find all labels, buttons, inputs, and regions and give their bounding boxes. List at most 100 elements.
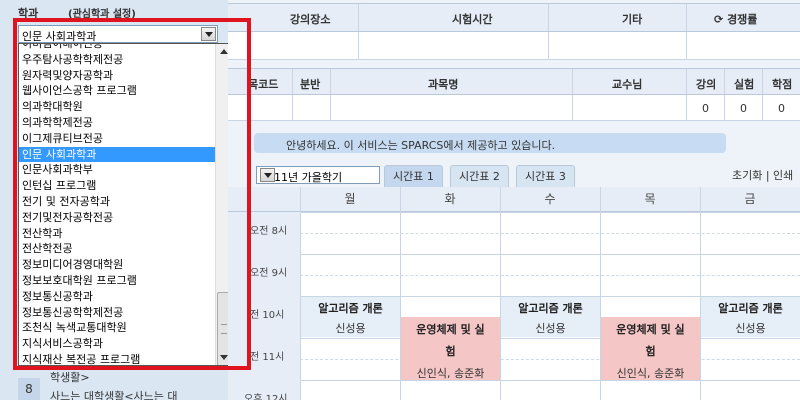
grid-line	[300, 212, 800, 213]
dropdown-item[interactable]: 지식서비스공학과	[19, 336, 215, 352]
course-list-item[interactable]: 학생활>	[50, 369, 220, 385]
course-block-algorithm[interactable]: 알고리즘 개론 신성용	[301, 297, 400, 337]
time-column: 오전 8시 오전 9시 전 10시 전 11시 오후 12시	[228, 212, 300, 400]
refresh-icon[interactable]: ⟳	[714, 13, 723, 26]
dropdown-item[interactable]: 웹사이언스공학 프로그램	[19, 83, 215, 99]
dropdown-item[interactable]: 원자력및양자공학과	[19, 68, 215, 84]
dropdown-item[interactable]: 의과학대학원	[19, 99, 215, 115]
lecture-total: 0	[702, 102, 709, 115]
divider	[686, 69, 687, 94]
dropdown-item[interactable]: 정보통신공학과	[19, 289, 215, 305]
main-panel: 강의장소 시험시간 기타 ⟳ 경쟁률 목코드 분반 과목명 교수님 강의 실험 …	[228, 0, 800, 400]
course-title-header: 과목명	[428, 78, 459, 91]
divider	[300, 187, 301, 400]
professor-header: 교수님	[612, 78, 643, 91]
course-professor: 신인식, 송준화	[616, 367, 685, 380]
dropdown-item[interactable]: 조천식 녹색교통대학원	[19, 320, 215, 336]
grid-line	[300, 233, 800, 234]
notice-text: 안녕하세요. 이 서비스는 SPARCS에서 제공하고 있습니다.	[286, 139, 556, 152]
dropdown-item[interactable]: 이그제큐티브전공	[19, 131, 215, 147]
dept-select[interactable]: 인문 사회과학과	[18, 25, 218, 43]
day-header-fri: 금	[700, 187, 800, 212]
dropdown-item[interactable]: 전기및전자공학전공	[19, 210, 215, 226]
dropdown-item[interactable]: 우주탐사공학학제전공	[19, 52, 215, 68]
divider	[686, 95, 687, 120]
notice-banner: 안녕하세요. 이 서비스는 SPARCS에서 제공하고 있습니다.	[254, 133, 726, 153]
lab-total: 0	[740, 102, 747, 115]
lecture-header: 강의	[696, 78, 717, 91]
course-code-header: 목코드	[248, 78, 279, 91]
day-header-tue: 화	[400, 187, 500, 212]
page: 학과 (관심학과 설정) 인문 사회과학과 이미엄이배이신공 우주탐사공학학제전…	[0, 0, 800, 400]
competition-header[interactable]: ⟳ 경쟁률	[714, 11, 757, 27]
dropdown-item[interactable]: 정보미디어경영대학원	[19, 257, 215, 273]
dropdown-item-selected[interactable]: 인문 사회과학과	[19, 146, 215, 163]
exam-time-header: 시험시간	[452, 13, 493, 26]
day-header-thu: 목	[600, 187, 700, 212]
day-header-mon: 월	[300, 187, 400, 212]
divider	[292, 95, 293, 120]
course-professor: 신성용	[535, 322, 566, 335]
dropdown-items: 이미엄이배이신공 우주탐사공학학제전공 원자력및양자공학과 웹사이언스공학 프로…	[19, 44, 215, 365]
time-label: 오전 8시	[250, 226, 288, 237]
divider	[500, 187, 501, 400]
chevron-down-icon[interactable]	[201, 27, 216, 41]
dropdown-item[interactable]: 전산학과	[19, 226, 215, 242]
divider	[762, 95, 763, 120]
grid-line	[300, 359, 800, 360]
divider	[358, 4, 359, 31]
course-name: 알고리즘 개론	[718, 302, 783, 315]
time-label: 오후 12시	[244, 394, 288, 400]
course-name: 알고리즘 개론	[518, 302, 583, 315]
divider	[686, 32, 687, 59]
interest-dept-link[interactable]: (관심학과 설정)	[68, 5, 136, 20]
divider	[700, 187, 701, 400]
divider	[724, 95, 725, 120]
row-number: 8	[18, 378, 40, 400]
course-block-os[interactable]: 운영체제 및 실 험 신인식, 송준화	[401, 317, 500, 380]
time-label: 오전 9시	[250, 268, 288, 279]
dropdown-item[interactable]: 정보통신공학학제전공	[19, 305, 215, 321]
course-header: 목코드 분반 과목명 교수님 강의 실험 학점	[228, 68, 800, 95]
left-panel: 학과 (관심학과 설정) 인문 사회과학과 이미엄이배이신공 우주탐사공학학제전…	[0, 0, 232, 400]
dropdown-item[interactable]: 전산학전공	[19, 241, 215, 257]
section-header: 분반	[300, 78, 321, 91]
divider	[548, 4, 549, 31]
course-professor: 신성용	[335, 322, 366, 335]
info-header: 강의장소 시험시간 기타 ⟳ 경쟁률	[228, 3, 800, 32]
tab-timetable-2[interactable]: 시간표 2	[450, 165, 509, 187]
timetable: 월 화 수 목 금 오전 8시 오전 9시 전 10시 전 11시 오후 12시	[228, 187, 800, 400]
semester-select[interactable]: 2011년 가을학기	[256, 166, 380, 184]
dropdown-item[interactable]: 전기 및 전자공학과	[19, 194, 215, 210]
divider	[686, 4, 687, 31]
divider	[572, 95, 573, 120]
course-block-algorithm[interactable]: 알고리즘 개론 신성용	[701, 297, 800, 337]
divider	[548, 32, 549, 59]
dropdown-item[interactable]: 지식재산 복전공 프로그램	[19, 352, 215, 365]
time-label: 전 11시	[250, 352, 285, 363]
chevron-down-icon[interactable]	[260, 168, 275, 182]
divider	[358, 32, 359, 59]
dropdown-item[interactable]: 이미엄이배이신공	[19, 44, 215, 52]
info-body	[228, 32, 800, 60]
dropdown-item[interactable]: 인턴십 프로그램	[19, 178, 215, 194]
course-list-item[interactable]: 사느는 대학생활<사느는 대	[50, 388, 220, 400]
dept-header: 학과 (관심학과 설정)	[0, 0, 228, 22]
day-header-wed: 수	[500, 187, 600, 212]
tab-timetable-3[interactable]: 시간표 3	[516, 165, 575, 187]
timetable-actions[interactable]: 초기화 | 인쇄	[732, 167, 793, 183]
course-block-algorithm[interactable]: 알고리즘 개론 신성용	[501, 297, 600, 337]
course-professor: 신인식, 송준화	[416, 367, 485, 380]
divider	[724, 69, 725, 94]
dept-select-value: 인문 사회과학과	[22, 30, 97, 43]
dept-label: 학과	[18, 7, 39, 20]
dept-dropdown-list[interactable]: 이미엄이배이신공 우주탐사공학학제전공 원자력및양자공학과 웹사이언스공학 프로…	[18, 43, 232, 366]
course-block-os[interactable]: 운영체제 및 실 험 신인식, 송준화	[601, 317, 700, 380]
dropdown-item[interactable]: 의과학학제전공	[19, 115, 215, 131]
tab-timetable-1[interactable]: 시간표 1	[384, 165, 443, 187]
dropdown-item[interactable]: 정보보호대학원 프로그램	[19, 273, 215, 289]
course-name: 운영체제 및 실	[616, 323, 685, 336]
course-professor: 신성용	[735, 322, 766, 335]
dropdown-item[interactable]: 인문사회과학부	[19, 162, 215, 178]
divider	[292, 69, 293, 94]
